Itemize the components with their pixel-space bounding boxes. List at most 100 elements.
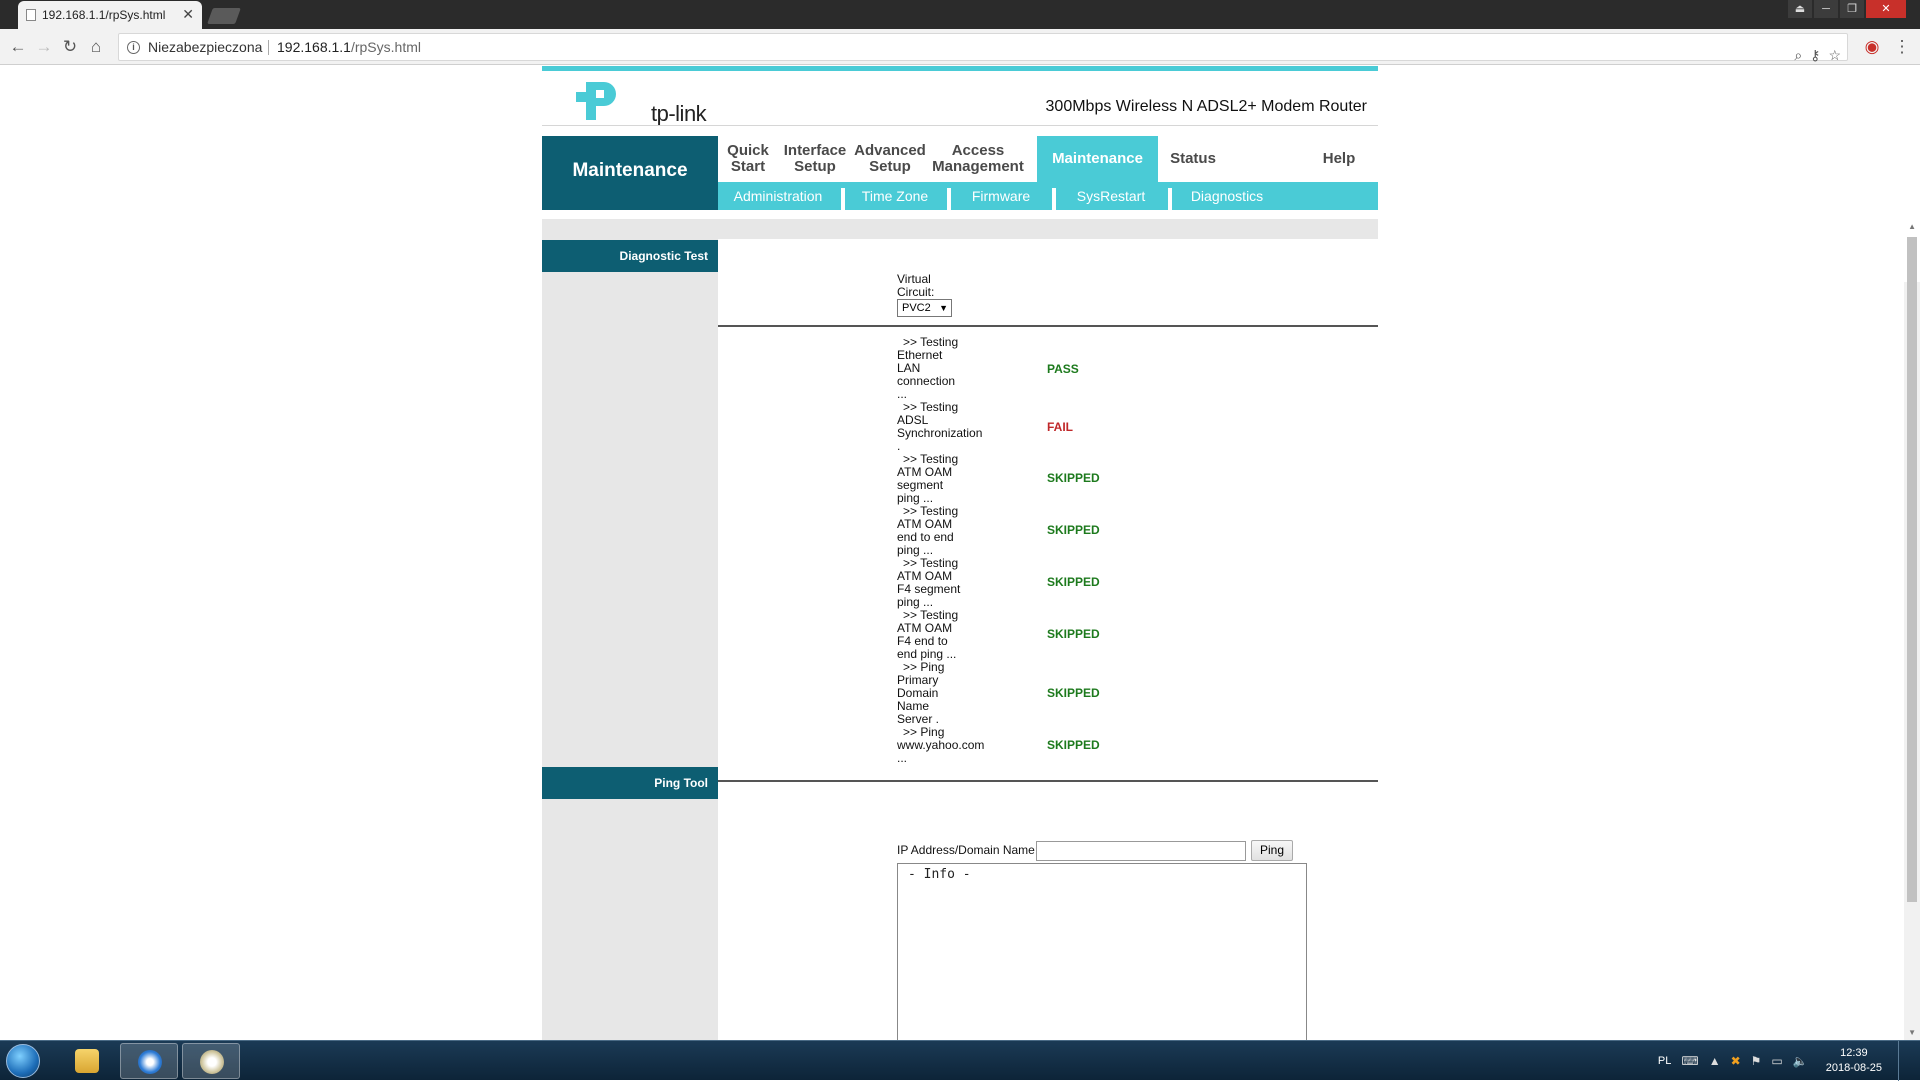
ip-address-input[interactable]: [1036, 841, 1246, 861]
ping-output-textarea[interactable]: - Info -: [897, 863, 1307, 1040]
reload-icon[interactable]: ↻: [60, 37, 80, 57]
test-description-line: Synchronization: [897, 426, 983, 440]
close-window-button[interactable]: ✕: [1866, 0, 1906, 18]
tray-expand-icon[interactable]: ▲: [1709, 1054, 1721, 1068]
menu-help[interactable]: Help: [1314, 136, 1364, 182]
ping-button[interactable]: Ping: [1251, 840, 1293, 861]
clock-date: 2018-08-25: [1825, 1062, 1882, 1074]
taskbar-browser[interactable]: [120, 1043, 178, 1079]
sub-menu: Administration Time Zone Firmware SysRes…: [718, 182, 1378, 210]
router-model: 300Mbps Wireless N ADSL2+ Modem Router: [1045, 98, 1367, 115]
url-path: /rpSys.html: [350, 39, 421, 55]
ip-address-label: IP Address/Domain Name:: [897, 843, 1039, 857]
virtual-circuit-value: PVC2: [902, 302, 931, 314]
back-arrow-icon[interactable]: ←: [8, 37, 28, 57]
tp-link-logo-icon: [576, 82, 616, 120]
menu-interface-setup[interactable]: Interface Setup: [782, 136, 848, 182]
top-accent-stripe: [542, 66, 1378, 71]
content-top-strip: [542, 219, 1378, 239]
restore-button[interactable]: ❐: [1840, 0, 1864, 18]
address-bar[interactable]: i Niezabezpieczona 192.168.1.1/rpSys.htm…: [118, 33, 1848, 63]
test-result-skip: SKIPPED: [1047, 471, 1100, 485]
section-divider: [718, 325, 1378, 327]
start-button[interactable]: [6, 1044, 40, 1078]
security-status[interactable]: Niezabezpieczona: [148, 34, 262, 60]
submenu-diagnostics[interactable]: Diagnostics: [1172, 182, 1282, 210]
url-host: 192.168.1.1: [277, 39, 351, 55]
section-title: Maintenance: [542, 136, 718, 210]
test-result-skip: SKIPPED: [1047, 575, 1100, 589]
browser-tab[interactable]: 192.168.1.1/rpSys.html ✕: [18, 1, 202, 29]
menu-quick-start[interactable]: Quick Start: [718, 136, 778, 182]
test-description: >> Testing ADSL Synchronization.: [897, 401, 987, 453]
paint-icon: [200, 1050, 224, 1074]
main-menu: Quick Start Interface Setup Advanced Set…: [718, 136, 1378, 182]
zoom-icon[interactable]: ⌕: [1794, 42, 1802, 68]
test-result-skip: SKIPPED: [1047, 738, 1100, 752]
url-text[interactable]: 192.168.1.1/rpSys.html: [277, 34, 421, 60]
test-description: >> Testing ATM OAM segment ping ...: [897, 453, 987, 505]
volume-icon[interactable]: 🔈: [1793, 1054, 1808, 1068]
test-description: >> Testing ATM OAM end to end ping ...: [897, 505, 987, 557]
scroll-up-arrow-icon[interactable]: ▲: [1908, 222, 1916, 231]
flag-icon[interactable]: ⚑: [1751, 1054, 1762, 1068]
extension-icon[interactable]: ◉: [1862, 37, 1882, 57]
section-divider: [718, 780, 1378, 782]
clock[interactable]: 12:39 2018-08-25: [1826, 1046, 1882, 1076]
logo-text: tp-link: [651, 101, 707, 126]
language-indicator[interactable]: PL: [1658, 1055, 1671, 1067]
test-description-line: ...: [897, 751, 908, 765]
taskbar-explorer[interactable]: [58, 1043, 116, 1079]
minimize-button[interactable]: ─: [1814, 0, 1838, 18]
user-profile-button[interactable]: ⏏: [1788, 0, 1812, 18]
virtual-circuit-select[interactable]: PVC2 ▼: [897, 299, 952, 317]
dropdown-arrow-icon: ▼: [939, 303, 948, 313]
windows-taskbar: PL ⌨ ▲ ✖ ⚑ ▭ 🔈 12:39 2018-08-25: [0, 1040, 1920, 1081]
new-tab-button[interactable]: [207, 8, 241, 24]
key-icon[interactable]: ⚷: [1810, 42, 1820, 68]
diagnostic-test-label: Diagnostic Test: [542, 240, 718, 272]
menu-advanced-setup[interactable]: Advanced Setup: [854, 136, 926, 182]
menu-status[interactable]: Status: [1158, 136, 1228, 182]
header-divider: [542, 125, 1378, 126]
menu-maintenance[interactable]: Maintenance: [1037, 136, 1158, 182]
scroll-down-arrow-icon[interactable]: ▼: [1908, 1028, 1916, 1037]
folder-icon: [75, 1049, 99, 1073]
test-description: >> Testing ATM OAM F4 segment ping ...: [897, 557, 987, 609]
window-controls: ⏏ ─ ❐ ✕: [1788, 0, 1906, 18]
scrollbar-thumb[interactable]: [1907, 237, 1917, 902]
app-tray-icon[interactable]: ✖: [1731, 1054, 1741, 1068]
submenu-administration[interactable]: Administration: [718, 182, 838, 210]
keyboard-icon[interactable]: ⌨: [1681, 1054, 1698, 1068]
router-admin-page: tp-link 300Mbps Wireless N ADSL2+ Modem …: [542, 66, 1378, 1040]
taskbar-paint[interactable]: [182, 1043, 240, 1079]
test-result-skip: SKIPPED: [1047, 686, 1100, 700]
browser-icon: [138, 1050, 162, 1074]
menu-access-management[interactable]: Access Management: [930, 136, 1026, 182]
home-icon[interactable]: ⌂: [86, 37, 106, 57]
show-desktop-button[interactable]: [1898, 1041, 1910, 1081]
tab-title: 192.168.1.1/rpSys.html: [42, 8, 166, 22]
test-description: >> Testing Ethernet LAN connection...: [897, 336, 987, 401]
test-description: >> Ping Primary Domain Name Server .: [897, 661, 987, 726]
clock-time: 12:39: [1840, 1047, 1868, 1059]
test-description: >> Testing ATM OAM F4 end to end ping ...: [897, 609, 987, 661]
test-description-line: connection: [897, 374, 956, 388]
submenu-firmware[interactable]: Firmware: [951, 182, 1051, 210]
menu-icon[interactable]: ⋮: [1892, 37, 1912, 57]
submenu-sysrestart[interactable]: SysRestart: [1056, 182, 1166, 210]
info-icon[interactable]: i: [127, 41, 140, 54]
bookmark-star-icon[interactable]: ☆: [1828, 42, 1841, 68]
test-description-line: www.yahoo.com: [897, 738, 985, 752]
test-result-skip: SKIPPED: [1047, 627, 1100, 641]
forward-arrow-icon[interactable]: →: [34, 37, 54, 57]
tab-close-icon[interactable]: ✕: [182, 6, 194, 23]
network-icon[interactable]: ▭: [1771, 1054, 1782, 1068]
ping-tool-label: Ping Tool: [542, 767, 718, 799]
left-column: [542, 239, 718, 1040]
virtual-circuit-label: Virtual Circuit:: [897, 272, 935, 299]
test-result-fail: FAIL: [1047, 420, 1073, 434]
submenu-time-zone[interactable]: Time Zone: [845, 182, 945, 210]
browser-toolbar: ← → ↻ ⌂ i Niezabezpieczona 192.168.1.1/r…: [0, 29, 1920, 65]
page-favicon-icon: [26, 9, 36, 21]
